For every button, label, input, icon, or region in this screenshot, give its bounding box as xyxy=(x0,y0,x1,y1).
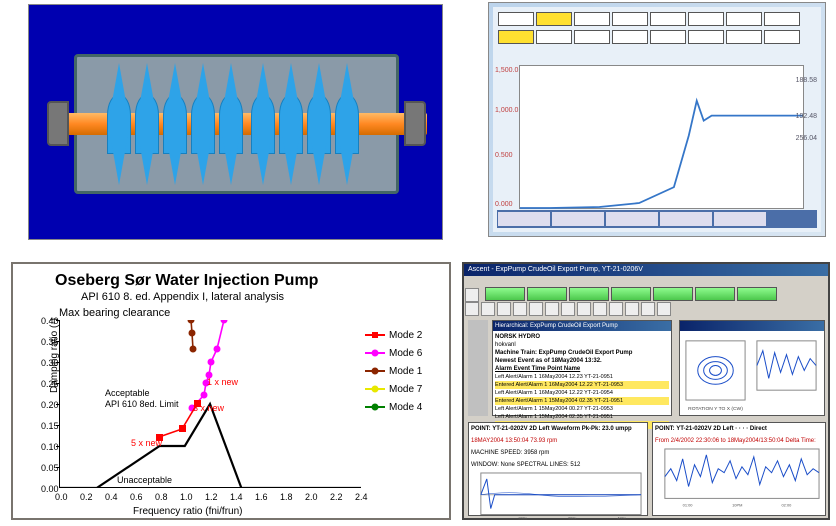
tool-icon[interactable] xyxy=(465,288,479,302)
x-axis-label: Frequency ratio (fni/frun) xyxy=(133,506,243,517)
trend-bottom-bar[interactable] xyxy=(497,210,817,228)
alarm-row[interactable]: Left Alert/Alarm 1 15May2004 00.27 YT-21… xyxy=(495,405,669,413)
toolbar-button[interactable] xyxy=(485,287,525,301)
software-window-panel: Ascent - ExpPump CrudeOil Export Pump, Y… xyxy=(462,262,830,520)
svg-text:400x: 400x xyxy=(617,515,626,520)
svg-text:10PM: 10PM xyxy=(732,502,742,507)
svg-text:300x: 300x xyxy=(568,515,577,520)
svg-text:01:00: 01:00 xyxy=(683,502,694,507)
damping-chart-panel: Oseberg Sør Water Injection Pump API 610… xyxy=(11,262,451,520)
svg-text:ROTATION Y TO X (CW): ROTATION Y TO X (CW) xyxy=(688,406,743,412)
trend-plot-panel: 1,500.0 1,000.0 0.500 0.000 188.58 192.4… xyxy=(488,2,826,237)
alarm-list-pane[interactable]: Hierarchical: ExpPump CrudeOil Export Pu… xyxy=(492,320,672,416)
svg-text:02:00: 02:00 xyxy=(781,502,792,507)
chart-legend: Mode 2 Mode 6 Mode 1 Mode 7 Mode 4 xyxy=(365,326,443,416)
pump-cutaway-panel xyxy=(28,4,443,240)
alarm-row[interactable]: Left Alert/Alarm 1 16May2004 12.23 YT-21… xyxy=(495,373,669,381)
alarm-row[interactable]: Left Alert/Alarm 1 16May2004 12.22 YT-21… xyxy=(495,389,669,397)
trend-plot-area xyxy=(519,65,804,209)
svg-text:200x: 200x xyxy=(518,515,527,520)
chart-title: Oseberg Sør Water Injection Pump xyxy=(55,272,318,290)
toolbar-icons[interactable] xyxy=(464,302,828,318)
alarm-row[interactable]: Entered Alert/Alarm 1 15May2004 02.35 YT… xyxy=(495,397,669,405)
trend-top-toolbar[interactable] xyxy=(497,11,817,47)
waveform-pane[interactable]: POINT: YT-21-0202V 2D Left Waveform Pk-P… xyxy=(468,422,648,516)
orbit-pane[interactable]: ROTATION Y TO X (CW) xyxy=(679,320,825,416)
alarm-row[interactable]: Entered Alert/Alarm 1 16May2004 12.22 YT… xyxy=(495,381,669,389)
menu-bar[interactable] xyxy=(464,276,828,286)
alarm-row[interactable]: Left Alert/Alarm 1 15May2004 02.35 YT-21… xyxy=(495,413,669,421)
chart-subtitle: API 610 8. ed. Appendix I, lateral analy… xyxy=(81,291,284,303)
window-titlebar[interactable]: Ascent - ExpPump CrudeOil Export Pump, Y… xyxy=(464,264,828,276)
toolbar-green[interactable] xyxy=(464,286,828,302)
chart-max-label: Max bearing clearance xyxy=(59,307,170,319)
trend-pane[interactable]: POINT: YT-21-0202V 2D Left · · · · Direc… xyxy=(652,422,826,516)
left-sidebar[interactable] xyxy=(468,320,488,416)
